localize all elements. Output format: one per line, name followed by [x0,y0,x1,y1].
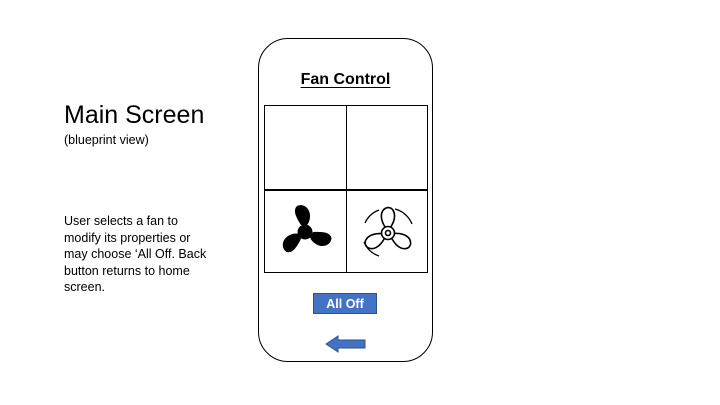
left-arrow-icon [325,335,366,353]
fan-tile-2[interactable] [347,191,428,274]
all-off-button[interactable]: All Off [313,293,377,314]
fan-slot-empty-2[interactable] [347,106,428,189]
slide-subtitle: (blueprint view) [64,133,149,147]
fan-tile-1[interactable] [265,191,346,274]
fan-grid [264,105,428,273]
slide-title: Main Screen [64,101,205,129]
fan-slot-empty-1[interactable] [265,106,346,189]
back-button[interactable] [325,335,367,353]
phone-mockup: Fan Control All Off [258,38,433,362]
slide-description: User selects a fan to modify its propert… [64,214,207,294]
fan-solid-icon [279,205,333,255]
fan-outline-icon [361,206,415,257]
screen-title: Fan Control [300,71,391,88]
